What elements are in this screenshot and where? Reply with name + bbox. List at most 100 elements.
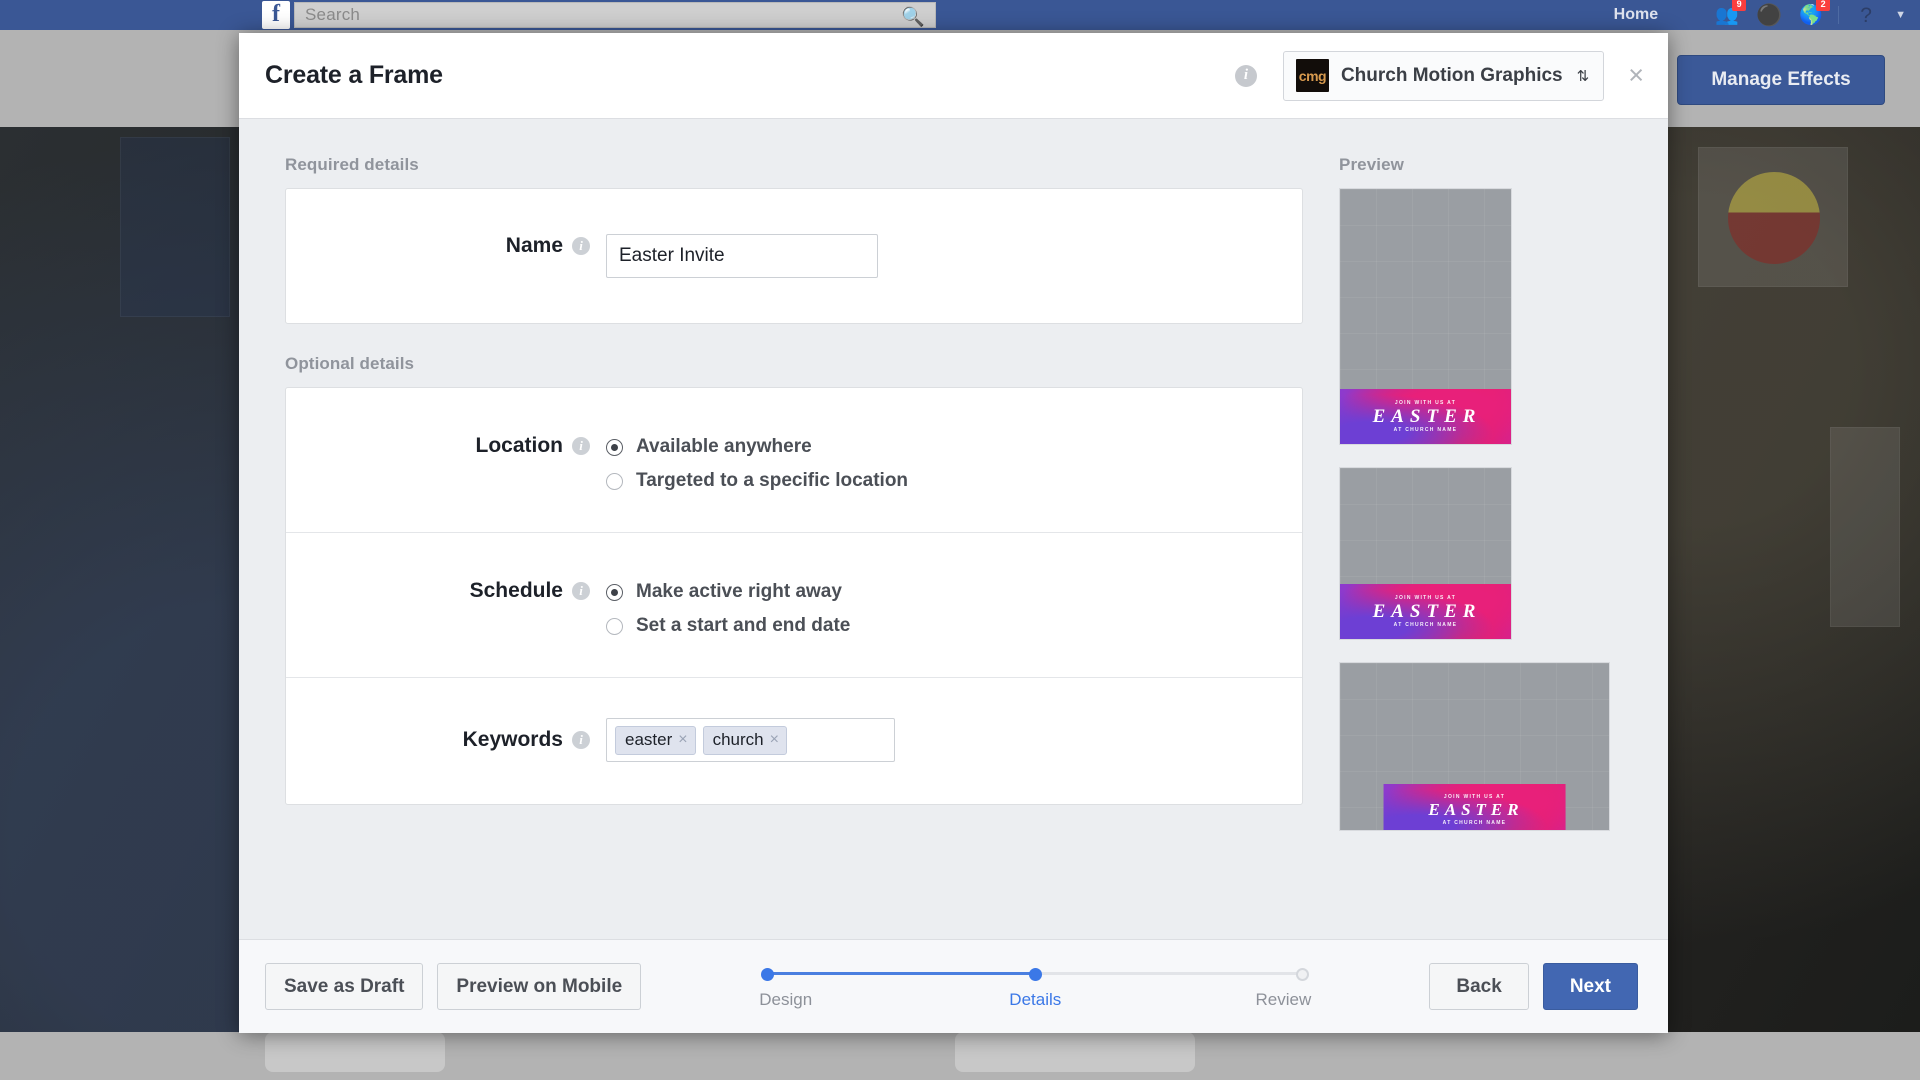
progress-stepper: Design Details Review [641,964,1429,1010]
keyword-token-text: church [712,729,764,749]
search-icon: 🔍 [901,7,925,28]
schedule-block: Schedule i Make active right away Set a … [286,532,1302,677]
step-label: Details [1009,989,1062,1009]
chevron-down-icon[interactable]: ▼ [1895,9,1906,21]
step-label: Review [1255,989,1312,1009]
page-bottom-band [0,1032,1920,1080]
save-as-draft-button[interactable]: Save as Draft [265,963,424,1010]
keywords-label-text: Keywords [462,728,563,751]
keywords-field-label: Keywords i [286,728,606,752]
help-icon[interactable]: ? [1845,0,1887,30]
step-label: Design [759,989,813,1009]
back-button[interactable]: Back [1429,963,1529,1010]
manage-effects-label: Manage Effects [1711,69,1851,90]
radio-label: Targeted to a specific location [636,470,909,491]
frame-overlay-banner: JOIN WITH US AT EASTER AT CHURCH NAME [1383,784,1566,830]
search-placeholder: Search [305,5,361,24]
preview-on-mobile-label: Preview on Mobile [456,975,623,997]
page-selector-dropdown[interactable]: cmg Church Motion Graphics ⇅ [1282,50,1605,101]
back-label: Back [1456,975,1502,997]
step-design[interactable]: Design [759,967,851,1010]
form-column: Required details Name i Optional details… [239,155,1303,939]
banner-bottom-text: AT CHURCH NAME [1393,622,1458,629]
radio-label: Make active right away [636,581,842,602]
radio-icon[interactable] [606,617,623,635]
messenger-icon[interactable]: ⚫ [1748,0,1790,30]
dialog-header: Create a Frame i cmg Church Motion Graph… [239,33,1668,119]
dialog-body: Required details Name i Optional details… [239,119,1668,939]
wall-artwork [1728,172,1820,264]
help-glyph: ? [1860,3,1872,27]
location-option-anywhere[interactable]: Available anywhere [606,436,908,458]
background-card [955,1032,1195,1072]
close-icon[interactable]: × [1628,62,1644,89]
friend-requests-icon[interactable]: 👥 9 [1706,0,1748,30]
keyword-token[interactable]: easter × [615,725,696,755]
step-dot-icon [1296,967,1310,981]
preview-column: Preview JOIN WITH US AT EASTER AT CHURCH… [1299,155,1668,939]
banner-main-text: EASTER [1428,800,1524,820]
wall-object [120,137,230,317]
next-label: Next [1569,975,1611,997]
friend-requests-badge: 9 [1732,0,1747,11]
schedule-option-now[interactable]: Make active right away [606,581,850,603]
preview-heading: Preview [1339,155,1404,174]
dialog-footer: Save as Draft Preview on Mobile Design D… [239,939,1668,1033]
schedule-option-dates[interactable]: Set a start and end date [606,615,850,637]
location-option-targeted[interactable]: Targeted to a specific location [606,470,908,492]
manage-effects-button[interactable]: Manage Effects [1677,55,1885,105]
schedule-label-text: Schedule [469,579,563,602]
preview-frame-square[interactable]: JOIN WITH US AT EASTER AT CHURCH NAME [1339,467,1512,640]
dialog-title: Create a Frame [265,61,443,89]
radio-icon[interactable] [606,438,623,456]
page-selector-label: Church Motion Graphics [1340,64,1563,86]
info-icon[interactable]: i [572,731,590,749]
info-icon[interactable]: i [572,237,590,255]
schedule-field-label: Schedule i [286,579,606,603]
banner-bottom-text: AT CHURCH NAME [1442,819,1507,826]
preview-on-mobile-button[interactable]: Preview on Mobile [437,963,642,1010]
radio-icon[interactable] [606,472,623,490]
chevron-updown-icon: ⇅ [1576,67,1590,85]
search-input[interactable]: Search 🔍 [294,2,936,28]
notifications-badge: 2 [1816,0,1831,11]
optional-details-card: Location i Available anywhere Targeted t… [285,387,1303,805]
name-field-row: Name i [286,234,878,278]
radio-icon[interactable] [606,583,623,601]
notifications-globe-icon[interactable]: 🌎 2 [1790,0,1832,30]
facebook-logo-icon[interactable]: f [262,1,290,29]
location-radio-group: Available anywhere Targeted to a specifi… [606,434,908,492]
name-input[interactable] [606,234,878,278]
name-field-label: Name i [286,234,606,258]
location-block: Location i Available anywhere Targeted t… [286,388,1302,532]
next-button[interactable]: Next [1542,963,1638,1010]
banner-top-text: JOIN WITH US AT [1394,594,1457,601]
top-bar-actions: Home 👥 9 ⚫ 🌎 2 ? ▼ [1614,0,1920,30]
banner-bottom-text: AT CHURCH NAME [1393,427,1458,434]
home-link[interactable]: Home [1614,6,1658,24]
info-icon[interactable]: i [1234,64,1257,87]
name-label-text: Name [505,234,563,257]
info-icon[interactable]: i [572,582,590,600]
page-avatar: cmg [1295,59,1329,92]
required-details-card: Name i [285,188,1303,324]
background-card [265,1032,445,1072]
step-details[interactable]: Details [990,967,1080,1010]
dialog-header-actions: i cmg Church Motion Graphics ⇅ × [1234,50,1644,101]
frame-overlay-banner: JOIN WITH US AT EASTER AT CHURCH NAME [1340,389,1511,444]
preview-frame-portrait[interactable]: JOIN WITH US AT EASTER AT CHURCH NAME [1339,188,1512,445]
wall-poster [1830,427,1900,627]
optional-details-heading: Optional details [285,354,415,373]
keyword-token[interactable]: church × [702,725,787,755]
remove-keyword-icon[interactable]: × [770,731,779,748]
remove-keyword-icon[interactable]: × [678,731,687,748]
step-review[interactable]: Review [1219,967,1312,1010]
location-label-text: Location [475,434,564,457]
preview-frame-landscape[interactable]: JOIN WITH US AT EASTER AT CHURCH NAME [1339,662,1610,831]
banner-top-text: JOIN WITH US AT [1394,399,1457,406]
required-details-heading: Required details [285,155,419,174]
location-field-label: Location i [286,434,606,458]
step-dot-icon [1028,967,1042,981]
info-icon[interactable]: i [572,437,590,455]
keywords-input[interactable]: easter × church × [606,718,895,762]
